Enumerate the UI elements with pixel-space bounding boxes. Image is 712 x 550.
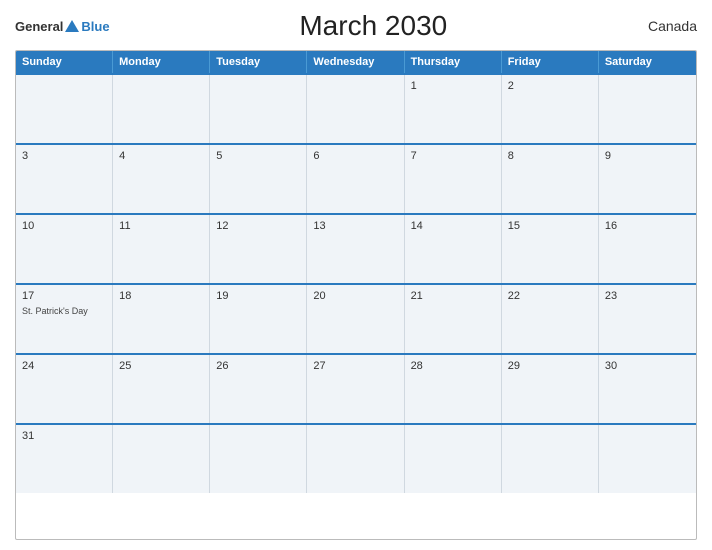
cal-cell-w4-d1: 25 <box>113 355 210 423</box>
logo-triangle-icon <box>65 20 79 32</box>
day-number: 6 <box>313 150 397 162</box>
day-number: 15 <box>508 220 592 232</box>
cal-cell-w5-d0: 31 <box>16 425 113 493</box>
cal-cell-w3-d6: 23 <box>599 285 696 353</box>
day-number: 8 <box>508 150 592 162</box>
day-number: 27 <box>313 360 397 372</box>
day-number: 19 <box>216 290 300 302</box>
cal-cell-w2-d5: 15 <box>502 215 599 283</box>
calendar-week-3: 10 11 12 13 14 15 16 <box>16 213 696 283</box>
cal-cell-w2-d4: 14 <box>405 215 502 283</box>
cal-cell-w0-d4: 1 <box>405 75 502 143</box>
cal-cell-w1-d1: 4 <box>113 145 210 213</box>
cal-cell-w3-d5: 22 <box>502 285 599 353</box>
header-friday: Friday <box>502 51 599 73</box>
cal-cell-w0-d6 <box>599 75 696 143</box>
day-number: 16 <box>605 220 690 232</box>
cal-cell-w4-d3: 27 <box>307 355 404 423</box>
calendar-title: March 2030 <box>110 10 637 42</box>
cal-cell-w1-d4: 7 <box>405 145 502 213</box>
cal-cell-w1-d2: 5 <box>210 145 307 213</box>
cal-cell-w4-d4: 28 <box>405 355 502 423</box>
cal-cell-w0-d1 <box>113 75 210 143</box>
calendar-header: Sunday Monday Tuesday Wednesday Thursday… <box>16 51 696 73</box>
day-number: 17 <box>22 290 106 302</box>
logo-general-text: General <box>15 19 63 34</box>
day-number: 23 <box>605 290 690 302</box>
cal-cell-w1-d5: 8 <box>502 145 599 213</box>
header-tuesday: Tuesday <box>210 51 307 73</box>
cal-cell-w5-d1 <box>113 425 210 493</box>
calendar-week-2: 3 4 5 6 7 8 9 <box>16 143 696 213</box>
day-number: 2 <box>508 80 592 92</box>
day-number: 18 <box>119 290 203 302</box>
country-label: Canada <box>637 18 697 34</box>
cal-cell-w4-d5: 29 <box>502 355 599 423</box>
day-number: 21 <box>411 290 495 302</box>
header-monday: Monday <box>113 51 210 73</box>
day-number: 7 <box>411 150 495 162</box>
calendar-body: 1234567891011121314151617St. Patrick's D… <box>16 73 696 493</box>
day-number: 13 <box>313 220 397 232</box>
cal-cell-w0-d5: 2 <box>502 75 599 143</box>
cal-cell-w3-d3: 20 <box>307 285 404 353</box>
day-number: 28 <box>411 360 495 372</box>
cal-cell-w4-d0: 24 <box>16 355 113 423</box>
cal-cell-w1-d3: 6 <box>307 145 404 213</box>
day-number: 12 <box>216 220 300 232</box>
cal-cell-w5-d5 <box>502 425 599 493</box>
calendar-week-1: 12 <box>16 73 696 143</box>
cal-cell-w0-d0 <box>16 75 113 143</box>
day-number: 3 <box>22 150 106 162</box>
day-number: 4 <box>119 150 203 162</box>
day-number: 26 <box>216 360 300 372</box>
header-wednesday: Wednesday <box>307 51 404 73</box>
cal-cell-w0-d2 <box>210 75 307 143</box>
cal-cell-w2-d6: 16 <box>599 215 696 283</box>
logo: General Blue <box>15 19 110 34</box>
cal-cell-w5-d4 <box>405 425 502 493</box>
cal-cell-w2-d2: 12 <box>210 215 307 283</box>
cal-cell-w4-d2: 26 <box>210 355 307 423</box>
day-number: 9 <box>605 150 690 162</box>
cal-cell-w5-d2 <box>210 425 307 493</box>
day-number: 31 <box>22 430 106 442</box>
day-number: 20 <box>313 290 397 302</box>
holiday-label: St. Patrick's Day <box>22 306 106 316</box>
cal-cell-w1-d0: 3 <box>16 145 113 213</box>
cal-cell-w3-d0: 17 St. Patrick's Day <box>16 285 113 353</box>
cal-cell-w1-d6: 9 <box>599 145 696 213</box>
cal-cell-w2-d1: 11 <box>113 215 210 283</box>
day-number: 30 <box>605 360 690 372</box>
cal-cell-w3-d4: 21 <box>405 285 502 353</box>
cal-cell-w4-d6: 30 <box>599 355 696 423</box>
header-saturday: Saturday <box>599 51 696 73</box>
header-sunday: Sunday <box>16 51 113 73</box>
calendar-grid: Sunday Monday Tuesday Wednesday Thursday… <box>15 50 697 540</box>
calendar-week-4: 17 St. Patrick's Day 18 19 20 21 22 23 <box>16 283 696 353</box>
page-header: General Blue March 2030 Canada <box>15 10 697 42</box>
cal-cell-w2-d0: 10 <box>16 215 113 283</box>
cal-cell-w0-d3 <box>307 75 404 143</box>
day-number: 11 <box>119 220 203 232</box>
day-number: 1 <box>411 80 495 92</box>
calendar-page: General Blue March 2030 Canada Sunday Mo… <box>0 0 712 550</box>
logo-blue-text: Blue <box>81 19 109 34</box>
day-number: 5 <box>216 150 300 162</box>
header-thursday: Thursday <box>405 51 502 73</box>
day-number: 25 <box>119 360 203 372</box>
calendar-week-6: 31 <box>16 423 696 493</box>
day-number: 24 <box>22 360 106 372</box>
cal-cell-w5-d3 <box>307 425 404 493</box>
day-number: 22 <box>508 290 592 302</box>
cal-cell-w2-d3: 13 <box>307 215 404 283</box>
day-number: 14 <box>411 220 495 232</box>
cal-cell-w3-d1: 18 <box>113 285 210 353</box>
cal-cell-w5-d6 <box>599 425 696 493</box>
day-number: 29 <box>508 360 592 372</box>
day-number: 10 <box>22 220 106 232</box>
calendar-week-5: 24 25 26 27 28 29 30 <box>16 353 696 423</box>
cal-cell-w3-d2: 19 <box>210 285 307 353</box>
